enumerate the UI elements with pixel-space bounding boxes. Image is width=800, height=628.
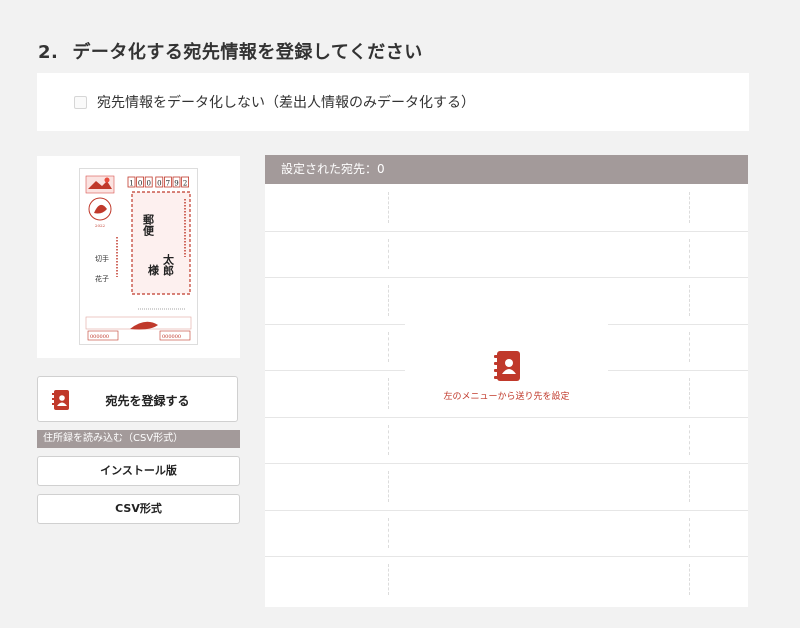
address-book-icon bbox=[493, 351, 520, 381]
table-row-divider bbox=[265, 463, 748, 464]
table-row-divider bbox=[265, 509, 748, 511]
table-column-divider bbox=[689, 331, 690, 362]
step-number: 2. bbox=[38, 42, 59, 63]
table-column-divider bbox=[689, 238, 690, 269]
sender-postal: 000000 bbox=[90, 334, 109, 340]
table-column-divider bbox=[388, 331, 389, 362]
table-column-divider bbox=[388, 564, 389, 595]
sender-given-name: 花子 bbox=[95, 274, 109, 283]
table-row-divider bbox=[265, 416, 748, 418]
destinations-count-header: 設定された宛先：0 bbox=[265, 155, 748, 184]
csv-section-title: 住所録を読み込む（CSV形式） bbox=[37, 430, 240, 448]
stamp-icon bbox=[85, 175, 115, 194]
table-column-divider bbox=[388, 285, 389, 316]
footer-postal: 000000 bbox=[162, 334, 181, 340]
empty-state-message: 左のメニューから送り先を設定 bbox=[443, 392, 570, 402]
install-version-button[interactable]: インストール版 bbox=[37, 456, 240, 486]
table-column-divider bbox=[388, 192, 389, 223]
option-panel: 宛先情報をデータ化しない（差出人情報のみデータ化する） bbox=[37, 73, 749, 131]
table-row-divider bbox=[265, 277, 748, 278]
table-column-divider bbox=[689, 285, 690, 316]
table-column-divider bbox=[689, 378, 690, 409]
table-column-divider bbox=[689, 192, 690, 223]
destinations-panel: 設定された宛先：0 左のメニューから送り先を設定 bbox=[265, 155, 748, 607]
recipient-honorific: 様 bbox=[148, 263, 160, 277]
table-column-divider bbox=[388, 238, 389, 269]
table-column-divider bbox=[689, 517, 690, 548]
svg-text:2022: 2022 bbox=[95, 223, 106, 228]
sender-surname: 切手 bbox=[95, 254, 109, 263]
skip-recipient-data-label[interactable]: 宛先情報をデータ化しない（差出人情報のみデータ化する） bbox=[97, 92, 475, 112]
postcard-image: 2022 1000792 郵便 太郎 様 切手 花子 000000 000000 bbox=[79, 168, 198, 345]
skip-recipient-data-checkbox[interactable] bbox=[74, 96, 87, 109]
postal-digit: 2 bbox=[183, 180, 187, 188]
table-column-divider bbox=[388, 471, 389, 502]
page-title: 2. データ化する宛先情報を登録してください bbox=[38, 38, 423, 64]
postal-digit: 0 bbox=[157, 180, 161, 188]
table-column-divider bbox=[689, 564, 690, 595]
table-column-divider bbox=[689, 471, 690, 502]
step-title-text: データ化する宛先情報を登録してください bbox=[72, 42, 423, 63]
postal-code-boxes: 1000792 bbox=[127, 176, 189, 188]
table-row-divider bbox=[265, 230, 748, 232]
table-column-divider bbox=[388, 378, 389, 409]
recipient-given-name: 太郎 bbox=[162, 253, 176, 277]
postal-digit: 0 bbox=[146, 180, 150, 188]
postal-digit: 7 bbox=[166, 180, 170, 188]
register-recipient-button[interactable]: 宛先を登録する bbox=[37, 376, 238, 422]
empty-state: 左のメニューから送り先を設定 bbox=[405, 323, 608, 413]
postal-digit: 1 bbox=[129, 180, 133, 188]
postcard-preview: 2022 1000792 郵便 太郎 様 切手 花子 000000 000000 bbox=[37, 156, 240, 358]
csv-format-button[interactable]: CSV形式 bbox=[37, 494, 240, 524]
recipient-surname: 郵便 bbox=[142, 213, 155, 237]
postal-digit: 9 bbox=[174, 180, 178, 188]
postmark-icon: 2022 bbox=[88, 197, 112, 228]
table-column-divider bbox=[689, 424, 690, 455]
table-row-divider bbox=[265, 556, 748, 557]
postal-digit: 0 bbox=[138, 180, 142, 188]
register-recipient-label: 宛先を登録する bbox=[105, 394, 190, 408]
table-column-divider bbox=[388, 424, 389, 455]
table-column-divider bbox=[388, 517, 389, 548]
